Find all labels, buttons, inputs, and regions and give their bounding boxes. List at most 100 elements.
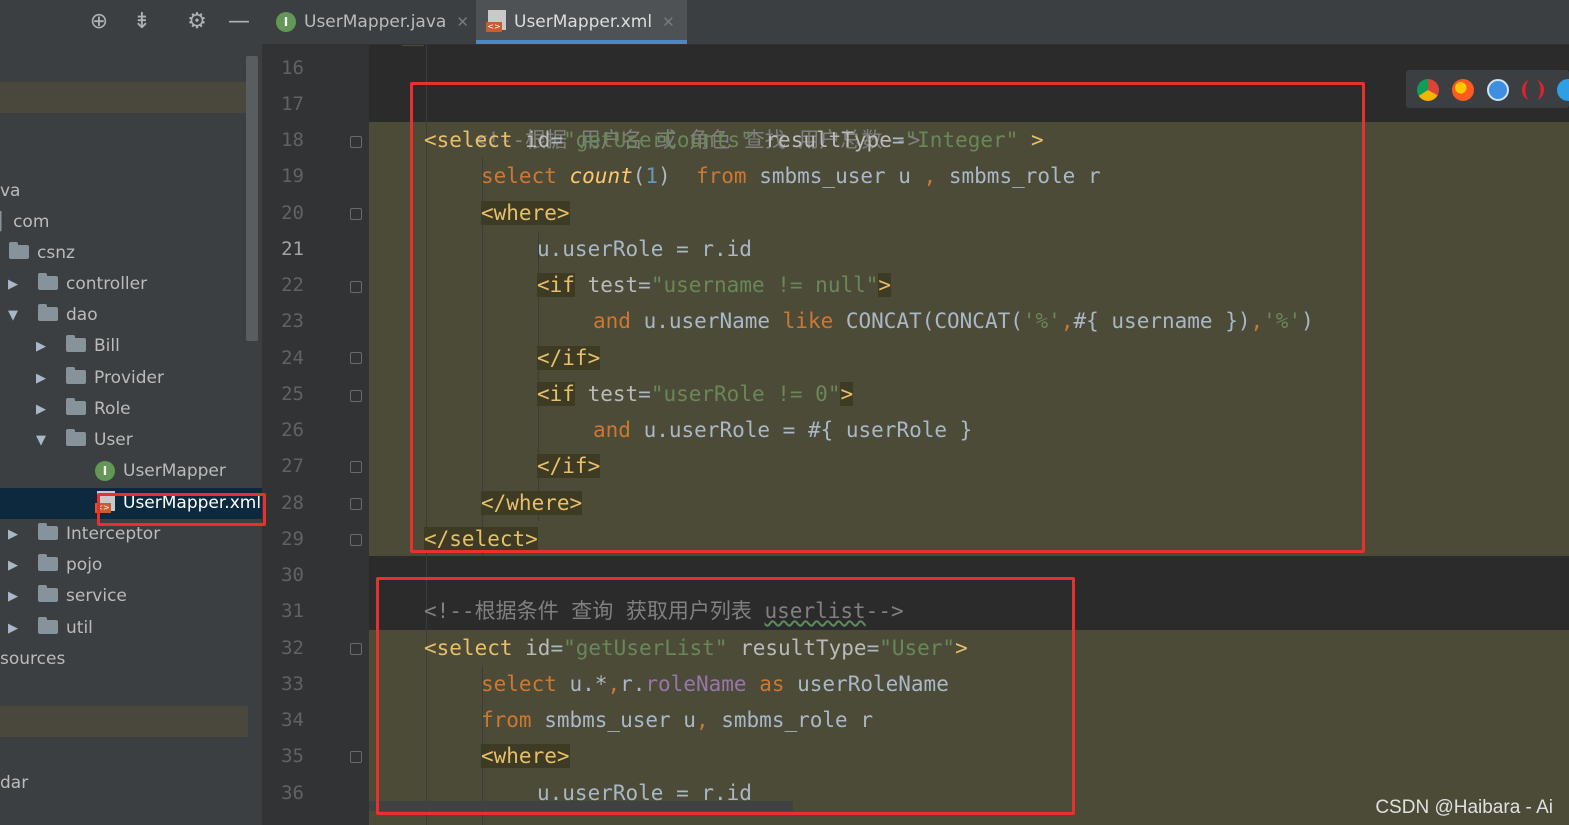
collapse-icon[interactable]: ⇟: [128, 8, 156, 36]
fold-marker-icon[interactable]: [350, 534, 362, 546]
tree-item-controller[interactable]: ▶ controller: [8, 269, 147, 300]
fold-marker-icon[interactable]: [350, 136, 362, 148]
tree-item-service[interactable]: ▶ service: [8, 581, 127, 612]
collapse-arrow-icon[interactable]: ▼: [8, 300, 22, 331]
tree-item-label: dao: [66, 305, 98, 325]
fold-marker-icon[interactable]: [350, 281, 362, 293]
expand-arrow-icon[interactable]: ▶: [8, 519, 22, 550]
fold-marker-icon[interactable]: [350, 461, 362, 473]
folder-icon: [9, 242, 29, 259]
fold-marker-icon[interactable]: [350, 390, 362, 402]
tree-item-pojo[interactable]: ▶ pojo: [8, 550, 102, 581]
annotation-box: [376, 577, 1075, 815]
tree-item-com[interactable]: ▏com: [0, 207, 49, 238]
fold-marker-icon[interactable]: [350, 498, 362, 510]
line-number: 30: [281, 564, 304, 586]
line-number: 24: [281, 347, 304, 369]
fold-marker-icon[interactable]: [350, 643, 362, 655]
tree-item-bill[interactable]: ▶ Bill: [36, 331, 120, 362]
expand-arrow-icon[interactable]: ▶: [8, 269, 22, 300]
folder-icon: [66, 398, 86, 415]
line-number: 16: [281, 57, 304, 79]
tree-highlight: [0, 706, 248, 737]
tab-usermapper-xml[interactable]: UserMapper.xml ✕: [476, 0, 687, 44]
line-number: 26: [281, 419, 304, 441]
folder-icon: [66, 335, 86, 352]
tab-label: UserMapper.java: [304, 12, 447, 32]
tree-item-label: UserMapper: [123, 461, 226, 481]
opera-icon[interactable]: [1522, 79, 1544, 101]
tree-item-label: Interceptor: [66, 524, 161, 544]
line-number: 35: [281, 745, 304, 767]
line-number: 23: [281, 310, 304, 332]
tree-item-label: service: [66, 586, 127, 606]
line-number: 22: [281, 274, 304, 296]
editor-tabbar: I UserMapper.java ✕ UserMapper.xml ✕: [262, 0, 1569, 45]
tree-item-util[interactable]: ▶ util: [8, 613, 93, 644]
chrome-icon[interactable]: [1417, 79, 1439, 101]
tree-item-label: util: [66, 618, 93, 638]
line-number: 21: [281, 238, 304, 260]
tree-item-role[interactable]: ▶ Role: [36, 394, 131, 425]
fold-marker-icon[interactable]: [350, 208, 362, 220]
project-panel: ⊕ ⇟ ⚙ — va ▏com csnz ▶ controller ▼ dao …: [0, 0, 262, 825]
firefox-icon[interactable]: [1452, 79, 1474, 101]
tree-highlight: [0, 82, 248, 113]
edge-icon[interactable]: [1557, 79, 1569, 101]
expand-arrow-icon[interactable]: ▶: [8, 613, 22, 644]
folder-icon: [38, 554, 58, 571]
folder-icon: [38, 523, 58, 540]
tree-item-usermapper[interactable]: I UserMapper: [95, 456, 226, 487]
interface-icon: I: [95, 461, 115, 481]
tree-item-java[interactable]: va: [0, 176, 20, 207]
folder-icon: [38, 617, 58, 634]
tree-item-provider[interactable]: ▶ Provider: [36, 363, 164, 394]
tree-item-label: va: [0, 181, 21, 201]
folder-icon: [38, 273, 58, 290]
tree-item-label: pojo: [66, 555, 103, 575]
line-number: 18: [281, 129, 304, 151]
tree-item-csnz[interactable]: csnz: [9, 238, 75, 269]
tab-usermapper-java[interactable]: I UserMapper.java ✕: [276, 0, 479, 44]
annotation-box: [97, 493, 266, 526]
minimize-icon[interactable]: —: [225, 8, 253, 36]
project-toolbar: ⊕ ⇟ ⚙ —: [0, 0, 262, 44]
expand-arrow-icon[interactable]: ▶: [8, 550, 22, 581]
line-number: 27: [281, 455, 304, 477]
gear-icon[interactable]: ⚙: [183, 8, 211, 36]
tree-item-dao[interactable]: ▼ dao: [8, 300, 98, 331]
expand-arrow-icon[interactable]: ▶: [36, 363, 50, 394]
tree-item-label: controller: [66, 274, 148, 294]
annotation-box: [410, 82, 1365, 553]
safari-icon[interactable]: [1487, 79, 1509, 101]
tree-item-user[interactable]: ▼ User: [36, 425, 133, 456]
line-number: 32: [281, 637, 304, 659]
fold-marker-icon[interactable]: [350, 751, 362, 763]
collapse-arrow-icon[interactable]: ▼: [36, 425, 50, 456]
folder-icon: [38, 304, 58, 321]
line-number: 28: [281, 492, 304, 514]
folder-icon: [66, 429, 86, 446]
folder-icon: [66, 367, 86, 384]
expand-arrow-icon[interactable]: ▶: [36, 331, 50, 362]
fold-marker-icon[interactable]: [350, 352, 362, 364]
tree-item-resources[interactable]: sources: [0, 644, 65, 675]
project-scrollbar[interactable]: [246, 56, 258, 341]
tree-item-label: com: [13, 212, 50, 232]
tab-label: UserMapper.xml: [514, 12, 653, 32]
close-icon[interactable]: ✕: [662, 13, 675, 31]
expand-arrow-icon[interactable]: ▶: [8, 581, 22, 612]
line-number: 19: [281, 165, 304, 187]
expand-arrow-icon[interactable]: ▶: [36, 394, 50, 425]
tree-item-label: sources: [0, 649, 66, 669]
close-icon[interactable]: ✕: [456, 13, 469, 31]
browser-preview-bar: [1406, 70, 1569, 108]
locate-icon[interactable]: ⊕: [85, 8, 113, 36]
line-number: 36: [281, 782, 304, 804]
line-number: 34: [281, 709, 304, 731]
folder-icon: [38, 585, 58, 602]
tree-item-dar[interactable]: dar: [0, 768, 28, 799]
line-number: 31: [281, 600, 304, 622]
interface-icon: I: [276, 12, 296, 32]
tree-item-label: Bill: [94, 336, 120, 356]
